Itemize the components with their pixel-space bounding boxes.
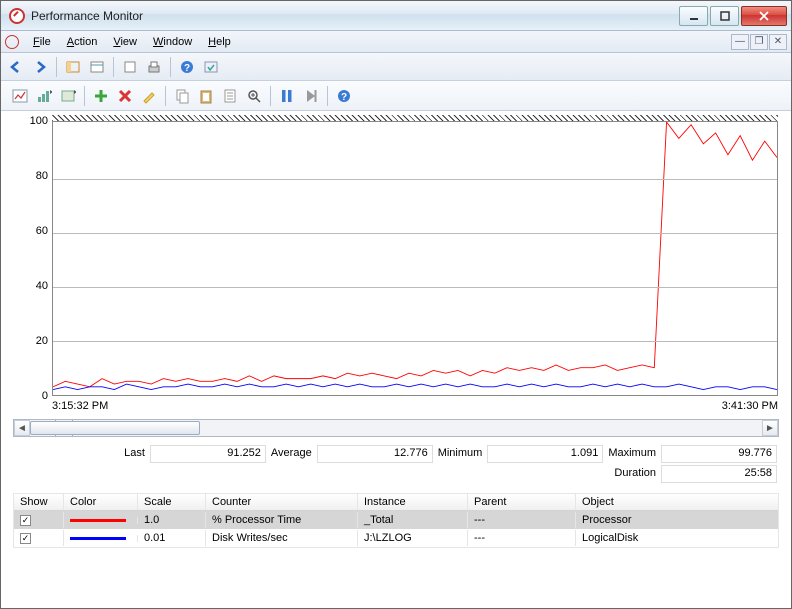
maximum-value: 99.776 [661, 445, 777, 463]
chart-type-button[interactable] [33, 85, 55, 107]
counter-cell: Disk Writes/sec [206, 530, 358, 546]
menu-action[interactable]: Action [59, 34, 106, 50]
header-show[interactable]: Show [14, 494, 64, 510]
duration-value: 25:58 [661, 465, 777, 483]
svg-text:?: ? [184, 63, 190, 74]
mdi-minimize-button[interactable]: — [731, 34, 749, 50]
mdi-close-button[interactable]: ✕ [769, 34, 787, 50]
app-icon [9, 8, 25, 24]
y-tick: 0 [18, 390, 48, 402]
forward-button[interactable] [29, 56, 51, 78]
series-line [53, 384, 777, 389]
stats-row: Last 91.252 Average 12.776 Minimum 1.091… [13, 445, 779, 463]
scroll-left-button[interactable]: ◄ [14, 420, 30, 436]
toolbar-navigation: ? [1, 53, 791, 81]
table-row[interactable]: ✓ 1.0 % Processor Time _Total --- Proces… [14, 511, 778, 529]
scale-cell: 1.0 [138, 512, 206, 528]
show-checkbox[interactable]: ✓ [20, 515, 31, 526]
time-range-scrollbar[interactable]: ◄ ► [13, 419, 779, 437]
update-button[interactable] [300, 85, 322, 107]
header-object[interactable]: Object [576, 494, 756, 510]
actions-button[interactable] [200, 56, 222, 78]
export-button[interactable] [119, 56, 141, 78]
y-tick: 20 [18, 335, 48, 347]
menu-file[interactable]: File [25, 34, 59, 50]
instance-cell: J:\LZLOG [358, 530, 468, 546]
scroll-track[interactable] [30, 420, 762, 436]
y-tick: 100 [18, 115, 48, 127]
header-instance[interactable]: Instance [358, 494, 468, 510]
header-parent[interactable]: Parent [468, 494, 576, 510]
view-log-button[interactable] [57, 85, 79, 107]
object-cell: Processor [576, 512, 756, 528]
maximize-button[interactable] [710, 6, 739, 26]
menu-window[interactable]: Window [145, 34, 200, 50]
average-value: 12.776 [317, 445, 433, 463]
add-counter-button[interactable] [90, 85, 112, 107]
minimize-button[interactable] [679, 6, 708, 26]
menubar: File Action View Window Help — ❐ ✕ [1, 31, 791, 53]
minimum-label: Minimum [438, 445, 483, 463]
header-color[interactable]: Color [64, 494, 138, 510]
x-axis-start: 3:15:32 PM [52, 400, 108, 412]
close-button[interactable] [741, 6, 787, 26]
counter-table: Show Color Scale Counter Instance Parent… [13, 493, 779, 548]
scroll-right-button[interactable]: ► [762, 420, 778, 436]
counter-table-header: Show Color Scale Counter Instance Parent… [14, 494, 778, 511]
svg-text:?: ? [341, 92, 347, 103]
duration-label: Duration [614, 465, 656, 483]
last-label: Last [124, 445, 145, 463]
properties-button[interactable] [219, 85, 241, 107]
freeze-button[interactable] [276, 85, 298, 107]
mdi-restore-button[interactable]: ❐ [750, 34, 768, 50]
view-current-button[interactable] [9, 85, 31, 107]
copy-button[interactable] [171, 85, 193, 107]
paste-button[interactable] [195, 85, 217, 107]
menu-view[interactable]: View [105, 34, 145, 50]
performance-chart: 3:15:32 PM 3:41:30 PM 0 20 40 60 80 100 [13, 117, 779, 415]
highlight-button[interactable] [138, 85, 160, 107]
menu-help[interactable]: Help [200, 34, 239, 50]
y-tick: 60 [18, 225, 48, 237]
minimum-value: 1.091 [487, 445, 603, 463]
help-button[interactable]: ? [176, 56, 198, 78]
object-cell: LogicalDisk [576, 530, 756, 546]
series-line [53, 122, 777, 387]
delete-counter-button[interactable] [114, 85, 136, 107]
help-button-2[interactable]: ? [333, 85, 355, 107]
scale-cell: 0.01 [138, 530, 206, 546]
zoom-button[interactable] [243, 85, 265, 107]
print-button[interactable] [143, 56, 165, 78]
header-counter[interactable]: Counter [206, 494, 358, 510]
color-swatch [70, 537, 126, 540]
table-row[interactable]: ✓ 0.01 Disk Writes/sec J:\LZLOG --- Logi… [14, 529, 778, 547]
color-swatch [70, 519, 126, 522]
new-window-button[interactable] [86, 56, 108, 78]
y-tick: 80 [18, 170, 48, 182]
y-tick: 40 [18, 280, 48, 292]
show-hide-tree-button[interactable] [62, 56, 84, 78]
scroll-thumb[interactable] [30, 421, 200, 435]
show-checkbox[interactable]: ✓ [20, 533, 31, 544]
toolbar-perfmon: ? [1, 81, 791, 111]
x-axis-end: 3:41:30 PM [722, 400, 778, 412]
header-scale[interactable]: Scale [138, 494, 206, 510]
stats-row-2: Duration 25:58 [13, 465, 779, 483]
app-icon-small [5, 35, 19, 49]
window-title: Performance Monitor [31, 9, 679, 23]
parent-cell: --- [468, 512, 576, 528]
average-label: Average [271, 445, 312, 463]
instance-cell: _Total [358, 512, 468, 528]
back-button[interactable] [5, 56, 27, 78]
chart-plot-area[interactable] [52, 121, 778, 396]
last-value: 91.252 [150, 445, 266, 463]
titlebar[interactable]: Performance Monitor [1, 1, 791, 31]
maximum-label: Maximum [608, 445, 656, 463]
parent-cell: --- [468, 530, 576, 546]
counter-cell: % Processor Time [206, 512, 358, 528]
